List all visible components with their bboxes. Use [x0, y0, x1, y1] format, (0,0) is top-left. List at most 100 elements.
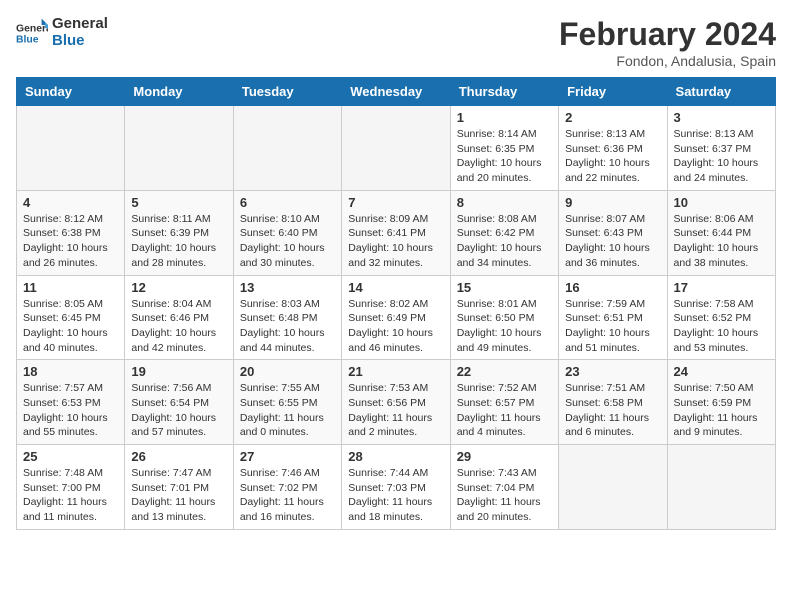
calendar-week-5: 25 Sunrise: 7:48 AM Sunset: 7:00 PM Dayli… — [17, 445, 776, 530]
calendar-header-row: SundayMondayTuesdayWednesdayThursdayFrid… — [17, 78, 776, 106]
day-number: 12 — [131, 280, 226, 295]
calendar-cell: 11 Sunrise: 8:05 AM Sunset: 6:45 PM Dayli… — [17, 275, 125, 360]
calendar-cell: 17 Sunrise: 7:58 AM Sunset: 6:52 PM Dayli… — [667, 275, 775, 360]
day-number: 15 — [457, 280, 552, 295]
day-info: Sunrise: 8:03 AM Sunset: 6:48 PM Dayligh… — [240, 297, 335, 356]
day-info: Sunrise: 7:57 AM Sunset: 6:53 PM Dayligh… — [23, 381, 118, 440]
calendar-cell: 2 Sunrise: 8:13 AM Sunset: 6:36 PM Daylig… — [559, 106, 667, 191]
day-info: Sunrise: 8:13 AM Sunset: 6:37 PM Dayligh… — [674, 127, 769, 186]
day-info: Sunrise: 8:05 AM Sunset: 6:45 PM Dayligh… — [23, 297, 118, 356]
day-number: 13 — [240, 280, 335, 295]
calendar-cell: 9 Sunrise: 8:07 AM Sunset: 6:43 PM Daylig… — [559, 190, 667, 275]
calendar-cell — [559, 445, 667, 530]
day-info: Sunrise: 8:02 AM Sunset: 6:49 PM Dayligh… — [348, 297, 443, 356]
day-info: Sunrise: 8:07 AM Sunset: 6:43 PM Dayligh… — [565, 212, 660, 271]
calendar-cell: 18Sunrise: 7:57 AM Sunset: 6:53 PM Dayli… — [17, 360, 125, 445]
day-number: 1 — [457, 110, 552, 125]
day-info: Sunrise: 7:58 AM Sunset: 6:52 PM Dayligh… — [674, 297, 769, 356]
calendar-weekday-sunday: Sunday — [17, 78, 125, 106]
calendar-cell: 28 Sunrise: 7:44 AM Sunset: 7:03 PM Dayli… — [342, 445, 450, 530]
day-number: 14 — [348, 280, 443, 295]
day-number: 17 — [674, 280, 769, 295]
day-info: Sunrise: 7:55 AM Sunset: 6:55 PM Dayligh… — [240, 381, 335, 440]
day-number: 7 — [348, 195, 443, 210]
day-number: 26 — [131, 449, 226, 464]
page-title: February 2024 — [559, 16, 776, 53]
day-info: Sunrise: 7:59 AM Sunset: 6:51 PM Dayligh… — [565, 297, 660, 356]
day-number: 25 — [23, 449, 118, 464]
calendar-cell: 3 Sunrise: 8:13 AM Sunset: 6:37 PM Daylig… — [667, 106, 775, 191]
calendar-cell: 7 Sunrise: 8:09 AM Sunset: 6:41 PM Daylig… — [342, 190, 450, 275]
day-number: 24 — [674, 364, 769, 379]
calendar-week-4: 18Sunrise: 7:57 AM Sunset: 6:53 PM Dayli… — [17, 360, 776, 445]
calendar-cell: 29 Sunrise: 7:43 AM Sunset: 7:04 PM Dayli… — [450, 445, 558, 530]
calendar-cell: 20Sunrise: 7:55 AM Sunset: 6:55 PM Dayli… — [233, 360, 341, 445]
day-info: Sunrise: 7:46 AM Sunset: 7:02 PM Dayligh… — [240, 466, 335, 525]
day-info: Sunrise: 8:11 AM Sunset: 6:39 PM Dayligh… — [131, 212, 226, 271]
day-info: Sunrise: 8:13 AM Sunset: 6:36 PM Dayligh… — [565, 127, 660, 186]
day-number: 29 — [457, 449, 552, 464]
day-number: 9 — [565, 195, 660, 210]
day-number: 2 — [565, 110, 660, 125]
day-info: Sunrise: 8:01 AM Sunset: 6:50 PM Dayligh… — [457, 297, 552, 356]
day-number: 19 — [131, 364, 226, 379]
calendar-cell: 22Sunrise: 7:52 AM Sunset: 6:57 PM Dayli… — [450, 360, 558, 445]
day-number: 4 — [23, 195, 118, 210]
logo-blue: Blue — [52, 33, 108, 50]
day-number: 6 — [240, 195, 335, 210]
day-info: Sunrise: 8:09 AM Sunset: 6:41 PM Dayligh… — [348, 212, 443, 271]
day-number: 28 — [348, 449, 443, 464]
calendar-cell — [233, 106, 341, 191]
calendar-cell: 13 Sunrise: 8:03 AM Sunset: 6:48 PM Dayli… — [233, 275, 341, 360]
calendar-cell: 4 Sunrise: 8:12 AM Sunset: 6:38 PM Daylig… — [17, 190, 125, 275]
day-info: Sunrise: 7:48 AM Sunset: 7:00 PM Dayligh… — [23, 466, 118, 525]
day-number: 27 — [240, 449, 335, 464]
calendar-cell: 5 Sunrise: 8:11 AM Sunset: 6:39 PM Daylig… — [125, 190, 233, 275]
calendar-cell: 10Sunrise: 8:06 AM Sunset: 6:44 PM Dayli… — [667, 190, 775, 275]
day-info: Sunrise: 7:44 AM Sunset: 7:03 PM Dayligh… — [348, 466, 443, 525]
svg-text:Blue: Blue — [16, 34, 39, 45]
day-number: 23 — [565, 364, 660, 379]
calendar-cell: 24 Sunrise: 7:50 AM Sunset: 6:59 PM Dayli… — [667, 360, 775, 445]
page-subtitle: Fondon, Andalusia, Spain — [559, 53, 776, 69]
calendar-cell: 19 Sunrise: 7:56 AM Sunset: 6:54 PM Dayli… — [125, 360, 233, 445]
day-info: Sunrise: 7:43 AM Sunset: 7:04 PM Dayligh… — [457, 466, 552, 525]
logo: General Blue General Blue — [16, 16, 108, 49]
day-number: 5 — [131, 195, 226, 210]
day-number: 21 — [348, 364, 443, 379]
calendar-table: SundayMondayTuesdayWednesdayThursdayFrid… — [16, 77, 776, 530]
page-header: General Blue General Blue February 2024 … — [16, 16, 776, 69]
day-number: 16 — [565, 280, 660, 295]
calendar-cell: 15 Sunrise: 8:01 AM Sunset: 6:50 PM Dayli… — [450, 275, 558, 360]
day-number: 3 — [674, 110, 769, 125]
logo-general: General — [52, 16, 108, 33]
svg-text:General: General — [16, 23, 48, 34]
calendar-cell: 21Sunrise: 7:53 AM Sunset: 6:56 PM Dayli… — [342, 360, 450, 445]
day-number: 22 — [457, 364, 552, 379]
day-info: Sunrise: 7:51 AM Sunset: 6:58 PM Dayligh… — [565, 381, 660, 440]
day-info: Sunrise: 8:12 AM Sunset: 6:38 PM Dayligh… — [23, 212, 118, 271]
day-number: 10 — [674, 195, 769, 210]
calendar-cell: 27 Sunrise: 7:46 AM Sunset: 7:02 PM Dayli… — [233, 445, 341, 530]
logo-text: General Blue — [52, 16, 108, 49]
calendar-cell: 14 Sunrise: 8:02 AM Sunset: 6:49 PM Dayli… — [342, 275, 450, 360]
calendar-cell: 12Sunrise: 8:04 AM Sunset: 6:46 PM Dayli… — [125, 275, 233, 360]
calendar-cell: 25 Sunrise: 7:48 AM Sunset: 7:00 PM Dayli… — [17, 445, 125, 530]
day-info: Sunrise: 8:14 AM Sunset: 6:35 PM Dayligh… — [457, 127, 552, 186]
day-info: Sunrise: 8:08 AM Sunset: 6:42 PM Dayligh… — [457, 212, 552, 271]
calendar-weekday-friday: Friday — [559, 78, 667, 106]
day-number: 11 — [23, 280, 118, 295]
day-info: Sunrise: 7:47 AM Sunset: 7:01 PM Dayligh… — [131, 466, 226, 525]
calendar-cell: 16 Sunrise: 7:59 AM Sunset: 6:51 PM Dayli… — [559, 275, 667, 360]
calendar-weekday-monday: Monday — [125, 78, 233, 106]
calendar-week-2: 4 Sunrise: 8:12 AM Sunset: 6:38 PM Daylig… — [17, 190, 776, 275]
calendar-cell — [342, 106, 450, 191]
calendar-cell — [667, 445, 775, 530]
calendar-cell: 6 Sunrise: 8:10 AM Sunset: 6:40 PM Daylig… — [233, 190, 341, 275]
day-info: Sunrise: 8:10 AM Sunset: 6:40 PM Dayligh… — [240, 212, 335, 271]
calendar-week-1: 1 Sunrise: 8:14 AM Sunset: 6:35 PM Daylig… — [17, 106, 776, 191]
calendar-cell — [125, 106, 233, 191]
calendar-weekday-thursday: Thursday — [450, 78, 558, 106]
day-info: Sunrise: 7:56 AM Sunset: 6:54 PM Dayligh… — [131, 381, 226, 440]
day-info: Sunrise: 7:50 AM Sunset: 6:59 PM Dayligh… — [674, 381, 769, 440]
